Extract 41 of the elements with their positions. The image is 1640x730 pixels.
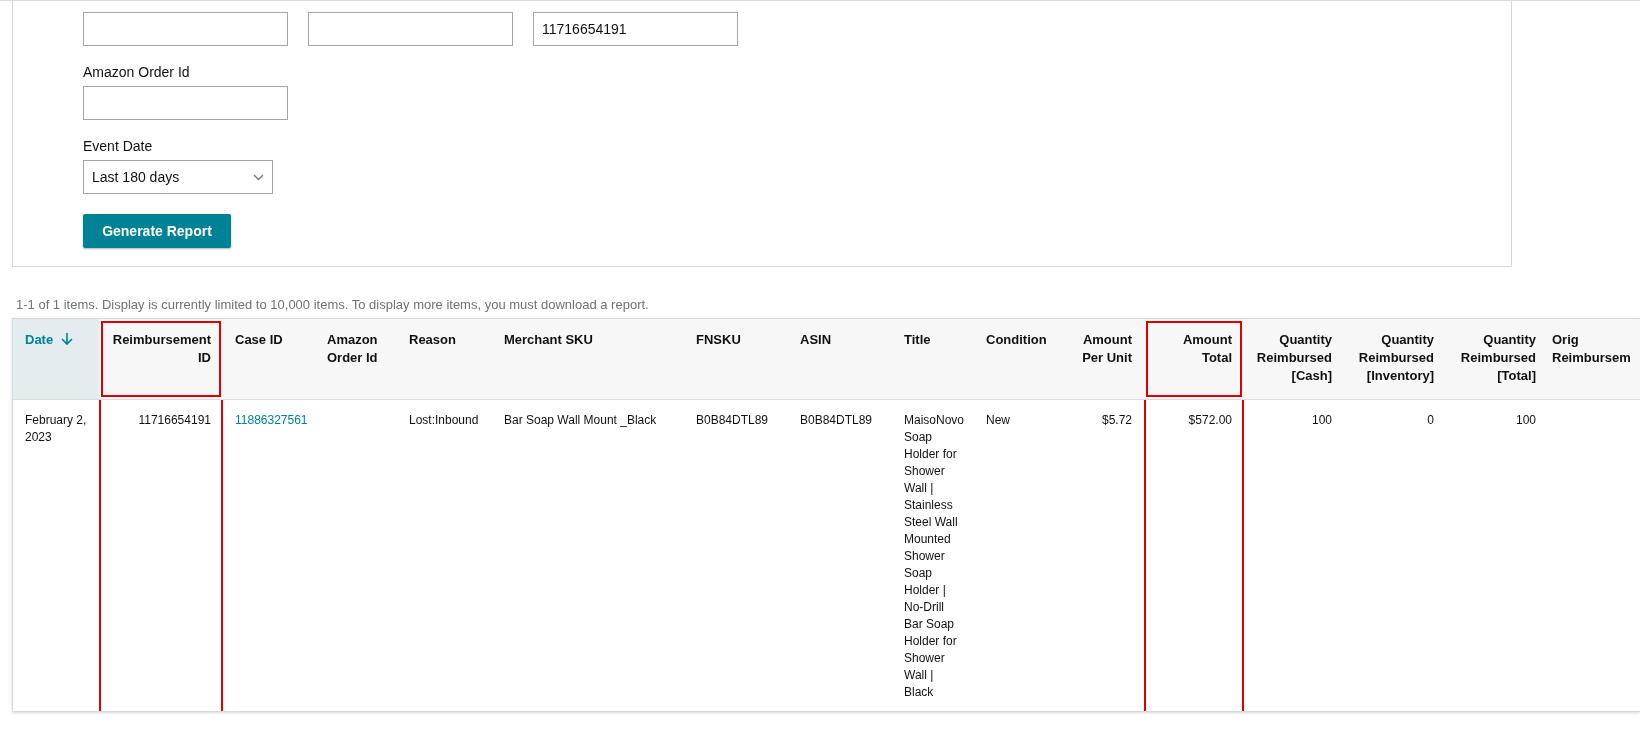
column-header[interactable]: FNSKU (684, 319, 788, 399)
column-header[interactable]: Amazon Order Id (315, 319, 397, 399)
table-cell: MaisoNovo Soap Holder for Shower Wall | Stainless Steel Wall Mounted Shower Soap Holder | No-Drill Bar Soap Holder for Shower Wall | Black (904, 412, 965, 699)
table-cell: B0B84DTL89 (696, 412, 769, 427)
column-header[interactable]: Amount Per Unit (1054, 319, 1144, 399)
column-header[interactable]: Merchant SKU (492, 319, 684, 399)
case-id-link[interactable]: 11886327561 (235, 412, 308, 427)
column-header[interactable]: Case ID (223, 319, 315, 399)
text-field[interactable] (83, 12, 288, 46)
text-field[interactable] (308, 12, 513, 46)
column-header[interactable]: Date (13, 319, 99, 399)
field-label: Amazon Order Id (83, 64, 191, 80)
table-cell: Lost:Inbound (409, 412, 479, 427)
column-header[interactable]: ASIN (788, 319, 892, 399)
column-header[interactable]: Quantity Reimbursed [Cash] (1244, 319, 1344, 399)
column-header[interactable]: Orig Reimbursem (1548, 319, 1640, 399)
column-header[interactable]: Title (892, 319, 974, 399)
table-cell: $572.00 (1188, 412, 1232, 427)
table-cell: New (986, 412, 1010, 427)
column-header[interactable]: Quantity Reimbursed [Total] (1446, 319, 1548, 399)
table-cell: 100 (1311, 412, 1332, 427)
table-cell: B0B84DTL89 (800, 412, 873, 427)
table-cell: 11716654191 (138, 412, 211, 427)
column-header[interactable]: Reimbursement ID (99, 319, 223, 399)
event-date-select[interactable]: Last 180 days (83, 160, 273, 194)
column-header[interactable]: Reason (397, 319, 492, 399)
generate-report-button[interactable]: Generate Report (83, 214, 231, 248)
table-cell: 100 (1515, 412, 1536, 427)
table-cell: 0 (1427, 412, 1434, 427)
table-cell: Bar Soap Wall Mount _Black (504, 412, 657, 427)
column-header[interactable]: Condition (974, 319, 1054, 399)
column-header[interactable]: Quantity Reimbursed [Inventory] (1344, 319, 1446, 399)
table-cell: February 2, 2023 (25, 412, 87, 444)
table-cell: $5.72 (1101, 412, 1132, 427)
arrow-down-icon (61, 332, 74, 346)
text-field[interactable]: 11716654191 (533, 12, 738, 46)
field-label: Event Date (83, 138, 154, 154)
results-summary: 1-1 of 1 items. Display is currently limited to 10,000 items. To display more items, you must download a report. (16, 297, 650, 312)
chevron-down-icon (253, 173, 264, 181)
order-id-field[interactable] (83, 86, 288, 120)
column-header[interactable]: Amount Total (1144, 319, 1244, 399)
